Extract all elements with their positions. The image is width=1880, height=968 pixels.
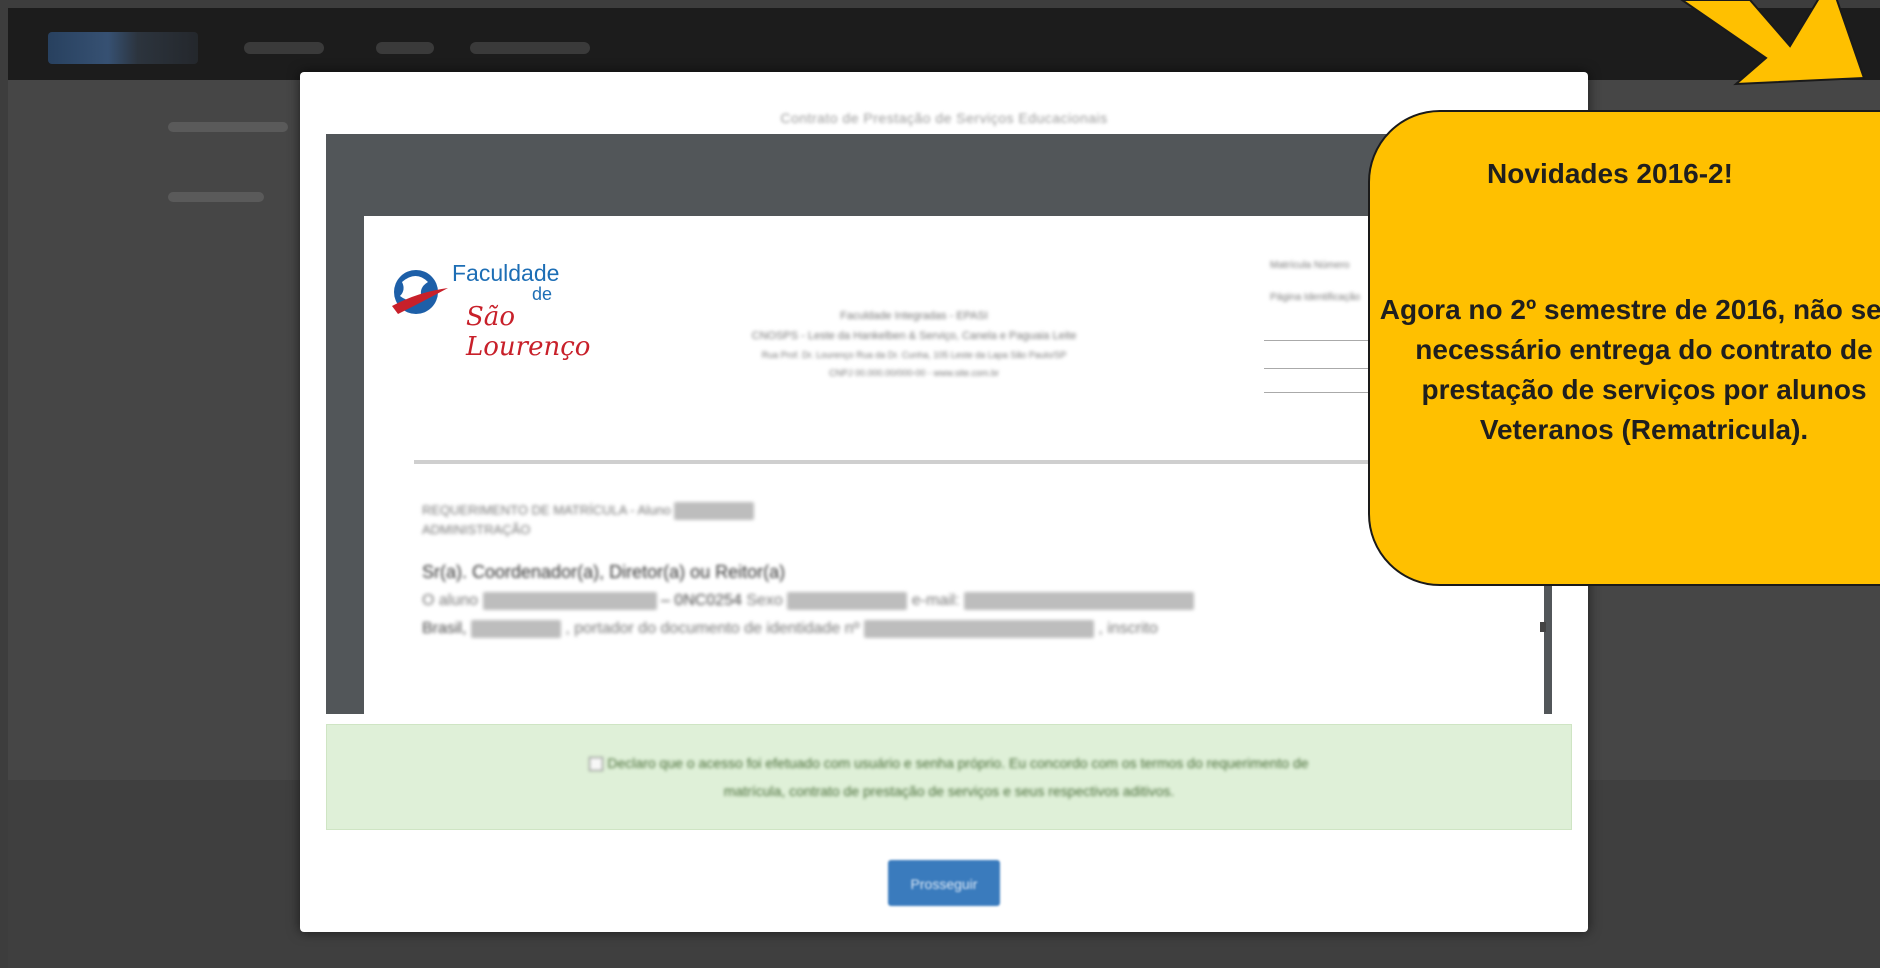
bg-label-requerimento (168, 122, 288, 132)
body-country: Brasil, (422, 620, 467, 638)
app-logo (48, 32, 198, 64)
doc-header-line-2: CNOSPS - Leste da Hankelben & Serviço, C… (751, 330, 1077, 342)
agreement-box: Declaro que o acesso foi efetuado com us… (326, 724, 1572, 830)
faculdade-logo: Faculdade de São Lourenço (388, 254, 590, 362)
callout-arrow-icon (1680, 0, 1866, 86)
redacted-sexo (787, 592, 908, 610)
req-title-line-2: ADMINISTRAÇÃO (422, 522, 531, 537)
redacted-document (863, 620, 1094, 638)
redacted-name (482, 592, 657, 610)
doc-header-line-3: Rua Prof. Dr. Lourenço Rua da Dr. Cunha,… (761, 350, 1067, 360)
body-line-2: Brasil, , portador do documento de ident… (422, 620, 1158, 638)
redacted-field (470, 620, 561, 638)
app-topbar (8, 8, 1880, 80)
req-title-line-1: REQUERIMENTO DE MATRÍCULA - Aluno (422, 502, 755, 520)
body-document-label: , portador do documento de identidade nº (565, 620, 860, 638)
pdf-page: Faculdade de São Lourenço Faculdade Inte… (364, 216, 1544, 714)
doc-divider (414, 460, 1434, 464)
req-title-text: REQUERIMENTO DE MATRÍCULA - Aluno (422, 502, 671, 518)
globe-icon (392, 270, 448, 314)
doc-header-line-4: CNPJ 00.000.00/000-00 - www.site.com.br (828, 368, 1000, 378)
nav-item-secretaria[interactable] (376, 42, 434, 54)
bg-label-informacoes (168, 192, 264, 202)
viewer-scrollbar[interactable] (1540, 622, 1546, 632)
proceed-button[interactable]: Prosseguir (888, 860, 1000, 906)
body-inscrito: , inscrito (1098, 620, 1158, 638)
agreement-checkbox[interactable] (589, 757, 604, 772)
modal-title: Contrato de Prestação de Serviços Educac… (780, 110, 1108, 126)
logo-script-saolourenco: São Lourenço (466, 302, 591, 362)
body-email-label: e-mail: (911, 592, 960, 610)
callout-title: Novidades 2016-2! (1487, 158, 1733, 189)
agreement-text: Declaro que o acesso foi efetuado com us… (327, 749, 1571, 805)
nav-item-financeiro[interactable] (244, 42, 324, 54)
doc-header-line-1: Faculdade Integradas - EPASI (840, 310, 988, 322)
agreement-line-2: matrícula, contrato de prestação de serv… (723, 783, 1175, 799)
logo-word-faculdade: Faculdade (452, 260, 560, 286)
agreement-line-1: Declaro que o acesso foi efetuado com us… (607, 755, 1309, 771)
redacted-field (674, 502, 755, 520)
news-callout: Novidades 2016-2! Agora no 2º semestre d… (1368, 110, 1880, 586)
nav-item-academico[interactable] (470, 42, 590, 54)
body-aluno-code: – 0NC0254 (660, 592, 742, 610)
salutation: Sr(a). Coordenador(a), Diretor(a) ou Rei… (422, 562, 786, 582)
callout-body: Agora no 2º semestre de 2016, não será n… (1379, 294, 1880, 445)
body-line-1: O aluno – 0NC0254 Sexo e-mail: (422, 592, 1195, 610)
body-aluno-prefix: O aluno (422, 592, 479, 610)
doc-field-matricula: Matrícula Número (1270, 260, 1350, 271)
redacted-email (964, 592, 1195, 610)
doc-field-pagina: Página Identificação (1270, 292, 1361, 303)
body-sexo-label: Sexo (746, 592, 783, 610)
